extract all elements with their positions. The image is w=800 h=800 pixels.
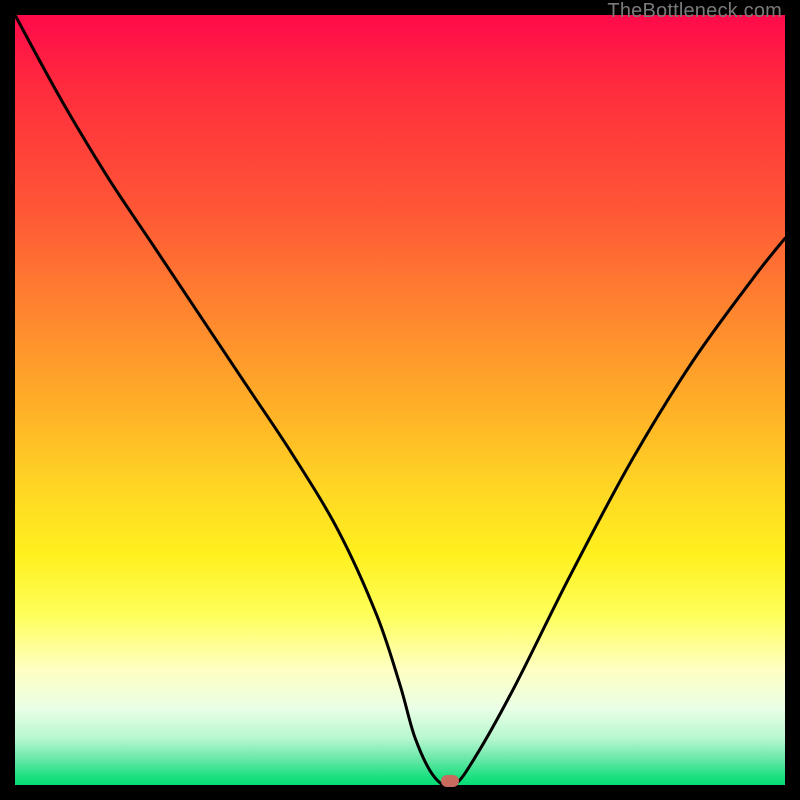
plot-area bbox=[15, 15, 785, 785]
chart-frame: TheBottleneck.com bbox=[0, 0, 800, 800]
watermark-text: TheBottleneck.com bbox=[607, 0, 782, 23]
bottleneck-curve bbox=[15, 15, 785, 785]
curve-layer bbox=[15, 15, 785, 785]
bottleneck-marker bbox=[441, 775, 459, 787]
